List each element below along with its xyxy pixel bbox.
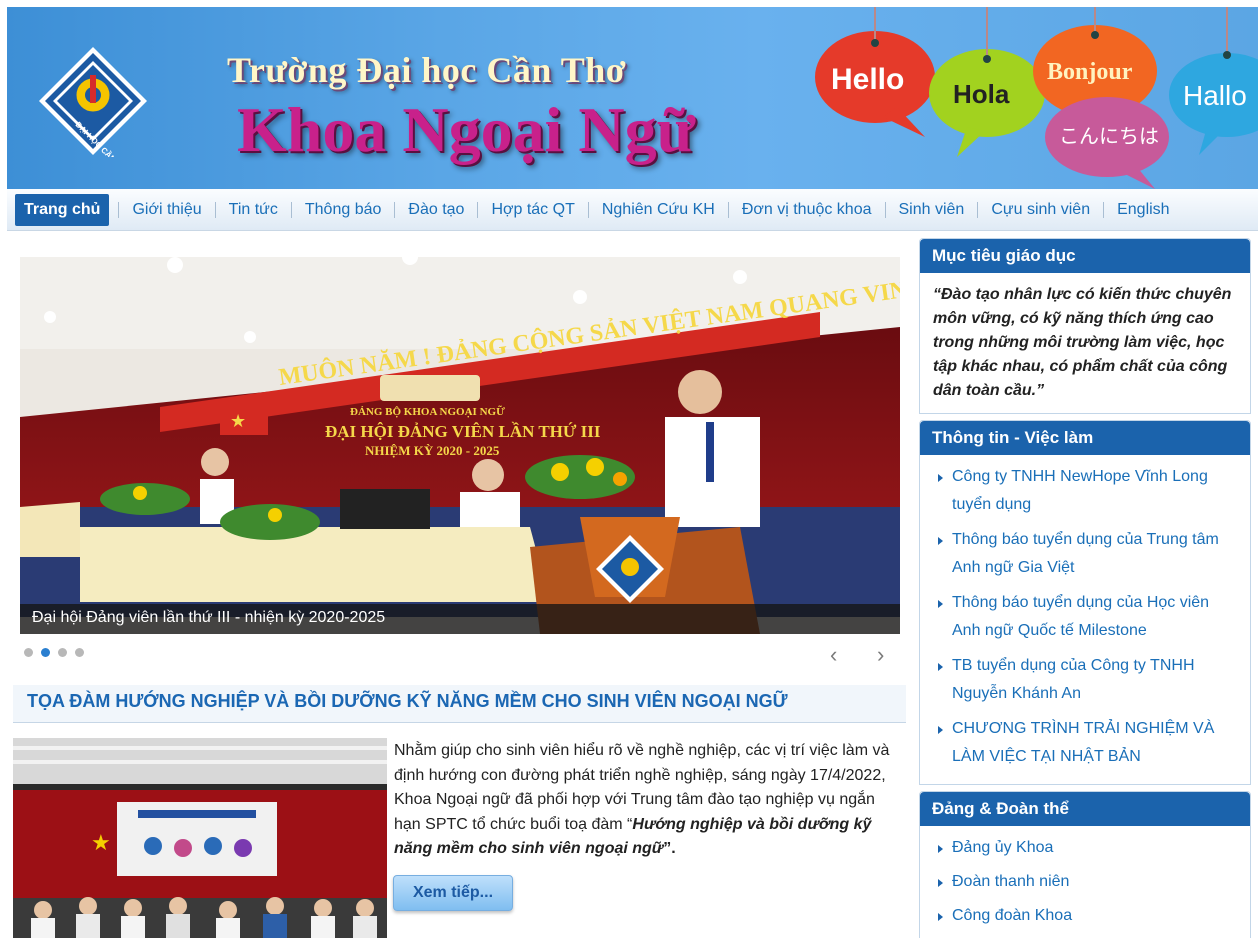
jobs-box: Thông tin - Việc làm Công ty TNHH NewHop… <box>919 420 1251 785</box>
prev-slide-icon[interactable]: ‹ <box>830 644 837 666</box>
list-item[interactable]: Thông báo tuyển dụng của Học viên Anh ng… <box>938 589 1240 645</box>
job-link[interactable]: CHƯƠNG TRÌNH TRẢI NGHIỆM VÀ LÀM VIỆC TẠI… <box>952 715 1240 771</box>
article-thumbnail[interactable]: ★ <box>13 738 387 938</box>
nav-divider <box>214 202 216 218</box>
job-link[interactable]: Thông báo tuyển dụng của Trung tâm Anh n… <box>952 526 1240 582</box>
job-link[interactable]: Công ty TNHH NewHope Vĩnh Long tuyển dụn… <box>952 463 1240 519</box>
greeting-konnichiwa: こんにちは <box>1059 124 1159 148</box>
page: ĐẠI HỌC CẦN THƠ Trường Đại học Cần Thơ K… <box>0 0 1258 938</box>
greeting-hello: Hello <box>831 63 904 96</box>
main-content: MUÔN NĂM ! ĐẢNG CỘNG SẢN VIỆT NAM QUANG … <box>7 232 907 938</box>
hola-bubble: Hola <box>929 7 1045 157</box>
bullet-arrow-icon <box>938 663 943 671</box>
article-thumbnail-image: ★ <box>13 738 387 938</box>
slide-dot[interactable] <box>24 648 33 657</box>
list-item[interactable]: CHƯƠNG TRÌNH TRẢI NGHIỆM VÀ LÀM VIỆC TẠI… <box>938 715 1240 771</box>
nav-english[interactable]: English <box>1113 201 1173 219</box>
article-title[interactable]: TỌA ĐÀM HƯỚNG NGHIỆP VÀ BỒI DƯỠNG KỸ NĂN… <box>27 691 892 712</box>
nav-divider <box>884 202 886 218</box>
bullet-arrow-icon <box>938 879 943 887</box>
list-item[interactable]: Đoàn thanh niên <box>938 868 1240 896</box>
bullet-arrow-icon <box>938 474 943 482</box>
nav-divider <box>727 202 729 218</box>
list-item[interactable]: Công ty TNHH NewHope Vĩnh Long tuyển dụn… <box>938 463 1240 519</box>
nav-divider <box>394 202 396 218</box>
bullet-arrow-icon <box>938 913 943 921</box>
slide-dot[interactable] <box>58 648 67 657</box>
read-more-button[interactable]: Xem tiếp... <box>393 875 513 911</box>
slide-dot[interactable] <box>75 648 84 657</box>
nav-home[interactable]: Trang chủ <box>15 194 110 226</box>
bullet-arrow-icon <box>938 537 943 545</box>
nav-news[interactable]: Tin tức <box>225 201 282 219</box>
stage-text-1: ĐẢNG BỘ KHOA NGOẠI NGỮ <box>350 405 505 418</box>
list-item[interactable]: Công đoàn Khoa <box>938 902 1240 930</box>
nav-alumni[interactable]: Cựu sinh viên <box>987 201 1094 219</box>
greeting-bubbles: Hello Hola Bonjour こんにちは Hallo <box>815 7 1258 189</box>
bullet-arrow-icon <box>938 726 943 734</box>
greeting-bonjour: Bonjour <box>1047 59 1133 85</box>
image-slider[interactable]: MUÔN NĂM ! ĐẢNG CỘNG SẢN VIỆT NAM QUANG … <box>20 257 900 634</box>
konnichiwa-bubble: こんにちは <box>1045 97 1169 189</box>
nav-divider <box>587 202 589 218</box>
nav-divider <box>290 202 292 218</box>
nav-divider <box>1103 202 1105 218</box>
list-item[interactable]: Thông báo tuyển dụng của Trung tâm Anh n… <box>938 526 1240 582</box>
main-nav: Trang chủ Giới thiệu Tin tức Thông báo Đ… <box>7 189 1258 231</box>
hallo-bubble: Hallo <box>1169 7 1258 155</box>
article-summary: Nhằm giúp cho sinh viên hiểu rõ về nghề … <box>394 739 902 862</box>
job-link[interactable]: Thông báo tuyển dụng của Học viên Anh ng… <box>952 589 1240 645</box>
education-goals-quote: “Đào tạo nhân lực có kiến thức chuyên mô… <box>933 286 1232 399</box>
nav-about[interactable]: Giới thiệu <box>128 201 205 219</box>
faculty-name: Khoa Ngoại Ngữ <box>237 94 695 165</box>
flag-star: ★ <box>230 411 246 431</box>
bullet-arrow-icon <box>938 600 943 608</box>
jobs-list: Công ty TNHH NewHope Vĩnh Long tuyển dụn… <box>920 455 1250 784</box>
party-link[interactable]: Đoàn thanh niên <box>952 868 1069 896</box>
nav-training[interactable]: Đào tạo <box>404 201 468 219</box>
greeting-hallo: Hallo <box>1183 80 1247 111</box>
party-link[interactable]: Công đoàn Khoa <box>952 902 1072 930</box>
nav-divider <box>118 202 120 218</box>
job-link[interactable]: TB tuyển dụng của Công ty TNHH Nguyễn Kh… <box>952 652 1240 708</box>
nav-international[interactable]: Hợp tác QT <box>487 201 578 219</box>
university-logo[interactable]: ĐẠI HỌC CẦN THƠ <box>37 45 149 157</box>
slide-caption: Đại hội Đảng viên lần thứ III - nhiện kỳ… <box>20 604 900 634</box>
education-goals-title: Mục tiêu giáo dục <box>920 239 1250 273</box>
party-link[interactable]: Đảng ủy Khoa <box>952 834 1053 862</box>
list-item[interactable]: TB tuyển dụng của Công ty TNHH Nguyễn Kh… <box>938 652 1240 708</box>
stage-text-2: ĐẠI HỘI ĐẢNG VIÊN LẦN THỨ III <box>325 422 601 441</box>
nav-announcements[interactable]: Thông báo <box>301 201 386 219</box>
nav-divider <box>977 202 979 218</box>
header-banner: ĐẠI HỌC CẦN THƠ Trường Đại học Cần Thơ K… <box>7 7 1258 189</box>
sidebar: Mục tiêu giáo dục “Đào tạo nhân lực có k… <box>919 238 1251 938</box>
slide-dot-active[interactable] <box>41 648 50 657</box>
jobs-title[interactable]: Thông tin - Việc làm <box>920 421 1250 455</box>
article-body-end: ”. <box>663 840 676 857</box>
next-slide-icon[interactable]: › <box>877 644 884 666</box>
list-item[interactable]: Đảng ủy Khoa <box>938 834 1240 862</box>
greeting-hola: Hola <box>953 79 1010 109</box>
university-name: Trường Đại học Cần Thơ <box>227 50 627 90</box>
nav-students[interactable]: Sinh viên <box>895 201 969 219</box>
stage-text-3: NHIỆM KỲ 2020 - 2025 <box>365 443 500 458</box>
article-heading: TỌA ĐÀM HƯỚNG NGHIỆP VÀ BỒI DƯỠNG KỸ NĂN… <box>13 685 906 723</box>
thumb-flag-star: ★ <box>91 830 111 855</box>
bullet-arrow-icon <box>938 845 943 853</box>
party-union-title[interactable]: Đảng & Đoàn thể <box>920 792 1250 826</box>
slide-dots <box>24 648 84 657</box>
nav-research[interactable]: Nghiên Cứu KH <box>598 201 719 219</box>
education-goals-box: Mục tiêu giáo dục “Đào tạo nhân lực có k… <box>919 238 1251 414</box>
nav-units[interactable]: Đơn vị thuộc khoa <box>738 201 876 219</box>
party-union-list: Đảng ủy Khoa Đoàn thanh niên Công đoàn K… <box>920 826 1250 938</box>
nav-divider <box>477 202 479 218</box>
hello-bubble: Hello <box>815 7 935 137</box>
party-union-box: Đảng & Đoàn thể Đảng ủy Khoa Đoàn thanh … <box>919 791 1251 938</box>
slide-image: MUÔN NĂM ! ĐẢNG CỘNG SẢN VIỆT NAM QUANG … <box>20 257 900 634</box>
